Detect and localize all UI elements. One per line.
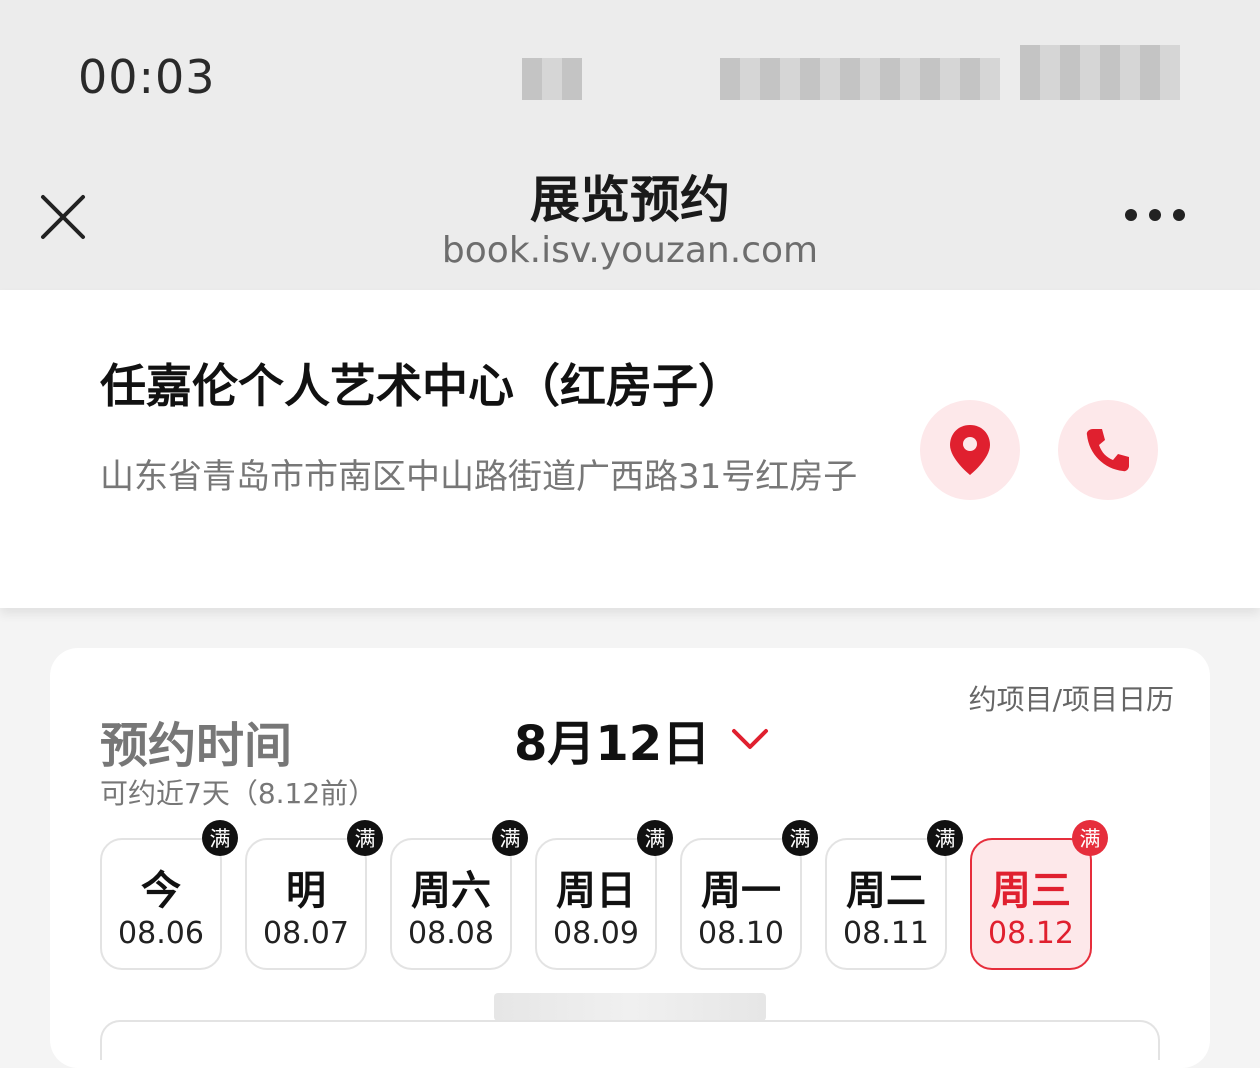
day-date: 08.07 — [263, 916, 349, 951]
booking-section-title: 预约时间 — [100, 718, 293, 774]
full-badge: 满 — [927, 820, 963, 856]
day-selector: 满 今 08.06 满 明 08.07 满 周六 08.08 满 周日 08.0… — [100, 820, 1108, 978]
nav-bar: 展览预约 book.isv.youzan.com — [0, 130, 1260, 290]
day-option[interactable]: 满 今 08.06 — [100, 820, 238, 970]
venue-card: 任嘉伦个人艺术中心（红房子） 山东省青岛市市南区中山路街道广西路31号红房子 — [0, 290, 1260, 608]
day-date: 08.11 — [843, 916, 929, 951]
day-label: 明 — [286, 868, 326, 914]
more-dots-icon — [1149, 209, 1161, 221]
day-option[interactable]: 满 周一 08.10 — [680, 820, 818, 970]
blurred-status-icons — [720, 58, 1000, 100]
day-label: 周三 — [991, 868, 1071, 914]
location-pin-icon — [950, 425, 990, 475]
full-badge: 满 — [637, 820, 673, 856]
more-dots-icon — [1125, 209, 1137, 221]
booking-range-note: 可约近7天（8.12前） — [100, 777, 377, 810]
full-badge: 满 — [202, 820, 238, 856]
blurred-status-icons — [522, 58, 582, 100]
day-option[interactable]: 满 明 08.07 — [245, 820, 383, 970]
phone-button[interactable] — [1058, 400, 1158, 500]
next-panel-edge — [100, 1020, 1160, 1060]
day-label: 周六 — [411, 868, 491, 914]
location-button[interactable] — [920, 400, 1020, 500]
day-label: 周一 — [701, 868, 781, 914]
day-option[interactable]: 满 周六 08.08 — [390, 820, 528, 970]
full-badge: 满 — [347, 820, 383, 856]
full-badge: 满 — [782, 820, 818, 856]
calendar-link[interactable]: 约项目/项目日历 — [969, 678, 1174, 718]
day-date: 08.08 — [408, 916, 494, 951]
day-option[interactable]: 满 周二 08.11 — [825, 820, 963, 970]
venue-address: 山东省青岛市市南区中山路街道广西路31号红房子 — [100, 457, 858, 497]
day-date: 08.09 — [553, 916, 639, 951]
page-title: 展览预约 — [530, 171, 730, 229]
venue-name: 任嘉伦个人艺术中心（红房子） — [100, 359, 744, 413]
day-label: 周日 — [556, 868, 636, 914]
phone-icon — [1086, 429, 1129, 472]
chevron-down-icon — [732, 729, 769, 749]
full-badge: 满 — [1072, 820, 1108, 856]
date-picker[interactable]: 8月12日 — [514, 704, 770, 774]
status-time: 00:03 — [78, 50, 216, 104]
day-option-selected[interactable]: 满 周三 08.12 — [970, 820, 1108, 970]
day-option[interactable]: 满 周日 08.09 — [535, 820, 673, 970]
scroll-handle — [494, 993, 766, 1021]
day-date: 08.10 — [698, 916, 784, 951]
full-badge: 满 — [492, 820, 528, 856]
page-url: book.isv.youzan.com — [441, 230, 819, 271]
status-bar: 00:03 — [0, 0, 1260, 150]
selected-date: 8月12日 — [514, 716, 711, 772]
more-dots-icon — [1173, 209, 1185, 221]
blurred-status-icons — [1020, 45, 1180, 100]
more-button[interactable] — [1110, 200, 1200, 230]
day-label: 今 — [141, 868, 181, 914]
day-label: 周二 — [846, 868, 926, 914]
day-date: 08.06 — [118, 916, 204, 951]
day-date: 08.12 — [988, 916, 1074, 951]
